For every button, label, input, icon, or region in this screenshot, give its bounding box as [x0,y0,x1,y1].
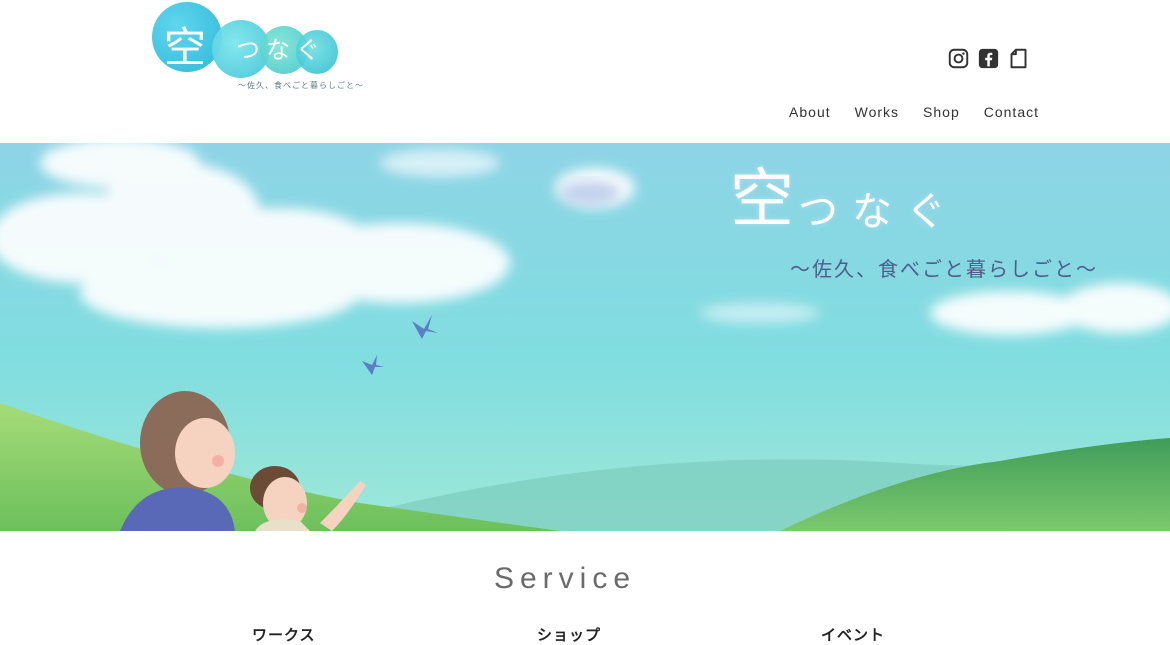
hero-illustration [0,143,1170,531]
instagram-link[interactable] [948,48,969,69]
service-shop[interactable]: ショップ [537,624,601,645]
note-icon [1010,48,1027,69]
nav-about[interactable]: About [777,104,843,120]
site-header: 空 つなぐ 〜佐久、食べごと暮らしごと〜 About Works Shop Co… [0,0,1170,143]
hero-banner: 空つなぐ 〜佐久、食べごと暮らしごと〜 [0,143,1170,531]
hero-title-rest: つなぐ [798,189,960,235]
logo-title-rest: つなぐ [236,36,326,64]
site-logo[interactable]: 空 つなぐ 〜佐久、食べごと暮らしごと〜 [150,0,363,98]
service-heading: Service [493,562,637,595]
main-nav: About Works Shop Contact [777,104,1039,120]
nav-shop[interactable]: Shop [911,104,972,120]
nav-works[interactable]: Works [843,104,911,120]
social-links [948,48,1029,69]
service-event[interactable]: イベント [821,624,885,645]
logo-subtitle: 〜佐久、食べごと暮らしごと〜 [238,81,364,90]
service-works[interactable]: ワークス [252,624,316,645]
hero-subtitle: 〜佐久、食べごと暮らしごと〜 [790,257,1098,281]
facebook-icon [978,48,999,69]
facebook-link[interactable] [978,48,999,69]
instagram-icon [948,48,969,69]
nav-contact[interactable]: Contact [972,104,1039,120]
hero-title-main: 空 [730,163,798,237]
note-link[interactable] [1008,48,1029,69]
hero-title: 空つなぐ [730,148,960,240]
logo-title-main: 空 [164,23,209,72]
